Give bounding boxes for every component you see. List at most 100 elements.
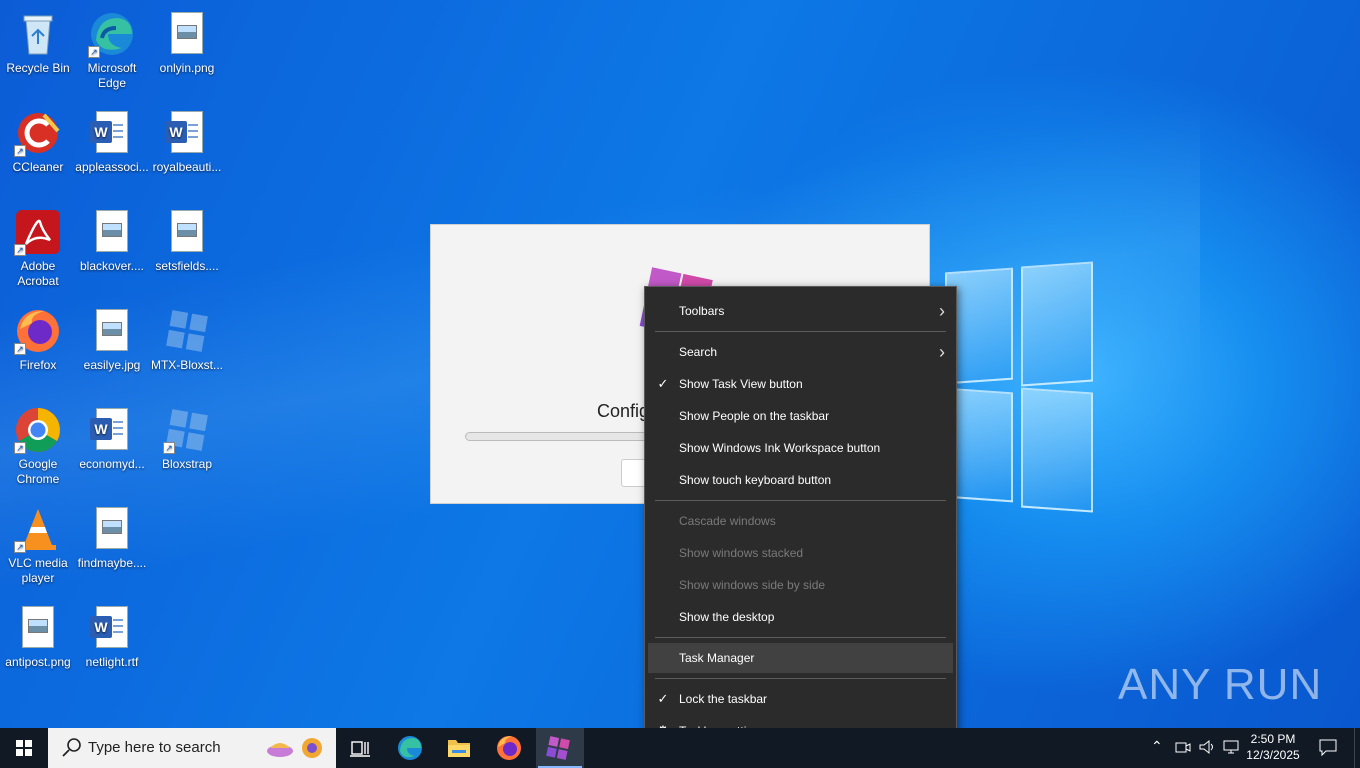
- ccleaner-icon: ↗: [14, 109, 62, 157]
- image-file-icon: [88, 505, 136, 553]
- wallpaper-windows-logo: [945, 258, 1095, 513]
- windows-logo-icon: [16, 740, 32, 756]
- desktop-icon-antipost[interactable]: antipost.png: [0, 598, 76, 670]
- vlc-icon: ↗: [14, 505, 62, 553]
- desktop-icon-label: appleassoci...: [75, 160, 149, 174]
- desktop-icon-label: royalbeauti...: [152, 160, 222, 174]
- desktop-icon-label: economyd...: [79, 457, 145, 471]
- desktop-icon-mtx-bloxstrap[interactable]: MTX-Bloxst...: [149, 301, 225, 373]
- menu-item-label: Show Task View button: [679, 377, 803, 391]
- desktop-icon-label: findmaybe....: [77, 556, 147, 570]
- chevron-up-icon: ⌃: [1151, 738, 1163, 754]
- checkmark-icon: ✓: [657, 376, 669, 391]
- task-view-icon: [350, 741, 370, 757]
- shortcut-arrow-icon: ↗: [88, 46, 100, 58]
- desktop-icon-microsoft-edge[interactable]: ↗ Microsoft Edge: [74, 4, 150, 91]
- desktop-icon-bloxstrap[interactable]: ↗ Bloxstrap: [149, 400, 225, 472]
- start-button[interactable]: [0, 728, 48, 768]
- meet-now-icon: [1175, 742, 1191, 753]
- menu-separator: [655, 331, 946, 332]
- desktop-icon-label: CCleaner: [12, 160, 64, 174]
- desktop-icon-royalbeauti[interactable]: W royalbeauti...: [149, 103, 225, 175]
- menu-item-label: Task Manager: [679, 651, 755, 665]
- menu-item-show-people[interactable]: Show People on the taskbar: [648, 401, 953, 431]
- taskbar-bloxstrap-button[interactable]: [536, 728, 584, 768]
- taskbar-context-menu: Toolbars › Search › ✓ Show Task View but…: [644, 286, 957, 756]
- desktop-icon-google-chrome[interactable]: ↗ Google Chrome: [0, 400, 76, 487]
- volume-icon: [1199, 739, 1213, 755]
- desktop-icon-firefox[interactable]: ↗ Firefox: [0, 301, 76, 373]
- taskbar-file-explorer-button[interactable]: [435, 728, 483, 768]
- image-file-icon: [88, 208, 136, 256]
- notifications-button[interactable]: [1318, 737, 1338, 760]
- taskbar-edge-button[interactable]: [386, 728, 434, 768]
- firefox-icon: ↗: [14, 307, 62, 355]
- search-icon: [62, 738, 81, 757]
- desktop-icon-label: VLC media player: [8, 556, 68, 585]
- desktop-icon-label: Firefox: [19, 358, 57, 372]
- network-button[interactable]: [1222, 738, 1240, 759]
- shortcut-arrow-icon: ↗: [14, 145, 26, 157]
- shortcut-arrow-icon: ↗: [14, 442, 26, 454]
- menu-item-show-touch-keyboard[interactable]: Show touch keyboard button: [648, 465, 953, 495]
- meet-now-button[interactable]: [1175, 738, 1191, 759]
- desktop-icon-label: easilye.jpg: [83, 358, 141, 372]
- task-view-button[interactable]: [336, 728, 384, 768]
- search-box[interactable]: Type here to search: [48, 728, 336, 768]
- menu-item-label: Show the desktop: [679, 610, 775, 624]
- menu-item-cascade-windows: Cascade windows: [648, 506, 953, 536]
- menu-separator: [655, 678, 946, 679]
- desktop-icon-label: onlyin.png: [159, 61, 215, 75]
- network-icon: [1223, 740, 1239, 754]
- word-doc-icon: W: [88, 604, 136, 652]
- taskbar-firefox-button[interactable]: [485, 728, 533, 768]
- recycle-bin-icon: [14, 10, 62, 58]
- clock[interactable]: 2:50 PM 12/3/2025: [1240, 731, 1306, 763]
- image-file-icon: [163, 208, 211, 256]
- menu-item-task-manager[interactable]: Task Manager: [648, 643, 953, 673]
- taskbar[interactable]: Type here to search ⌃ 2:50 PM 12/3/2025: [0, 728, 1360, 768]
- menu-item-show-task-view[interactable]: ✓ Show Task View button: [648, 369, 953, 399]
- desktop-icon-setsfields[interactable]: setsfields....: [149, 202, 225, 274]
- menu-item-label: Search: [679, 345, 718, 359]
- desktop-icon-adobe-acrobat[interactable]: ↗ Adobe Acrobat: [0, 202, 76, 289]
- desktop-icon-findmaybe[interactable]: findmaybe....: [74, 499, 150, 571]
- desktop-icon-label: blackover....: [79, 259, 145, 273]
- image-file-icon: [88, 307, 136, 355]
- word-doc-icon: W: [163, 109, 211, 157]
- menu-item-windows-stacked: Show windows stacked: [648, 538, 953, 568]
- menu-item-lock-taskbar[interactable]: ✓ Lock the taskbar: [648, 684, 953, 714]
- desktop-icon-label: MTX-Bloxst...: [150, 358, 223, 372]
- volume-button[interactable]: [1198, 738, 1216, 759]
- chrome-icon: ↗: [14, 406, 62, 454]
- clock-time: 2:50 PM: [1250, 732, 1296, 746]
- shortcut-arrow-icon: ↗: [163, 442, 175, 454]
- desktop-icon-blackover[interactable]: blackover....: [74, 202, 150, 274]
- show-desktop-button[interactable]: [1354, 728, 1360, 768]
- menu-item-search[interactable]: Search ›: [648, 337, 953, 367]
- desktop-icon-appleassoci[interactable]: W appleassoci...: [74, 103, 150, 175]
- desktop-icon-vlc[interactable]: ↗ VLC media player: [0, 499, 76, 586]
- menu-item-show-desktop[interactable]: Show the desktop: [648, 602, 953, 632]
- file-explorer-icon: [448, 740, 470, 757]
- desktop-icon-economyd[interactable]: W economyd...: [74, 400, 150, 472]
- image-file-icon: [163, 10, 211, 58]
- desktop-icon-onlyin[interactable]: onlyin.png: [149, 4, 225, 76]
- search-highlight-icon: [267, 738, 322, 758]
- notification-icon: [1319, 739, 1337, 757]
- show-hidden-icons-button[interactable]: ⌃: [1151, 738, 1163, 755]
- menu-item-label: Show touch keyboard button: [679, 473, 832, 487]
- word-doc-icon: W: [88, 109, 136, 157]
- desktop-icon-netlight[interactable]: W netlight.rtf: [74, 598, 150, 670]
- desktop-icon-label: Recycle Bin: [6, 61, 70, 75]
- desktop-icon-ccleaner[interactable]: ↗ CCleaner: [0, 103, 76, 175]
- menu-item-show-ink-workspace[interactable]: Show Windows Ink Workspace button: [648, 433, 953, 463]
- desktop-icon-recycle-bin[interactable]: Recycle Bin: [0, 4, 76, 76]
- anyrun-watermark: ANY RUN: [1118, 660, 1323, 709]
- menu-item-toolbars[interactable]: Toolbars ›: [648, 296, 953, 326]
- desktop-icon-label: antipost.png: [5, 655, 71, 669]
- desktop-icon-easilye[interactable]: easilye.jpg: [74, 301, 150, 373]
- menu-item-label: Lock the taskbar: [679, 692, 768, 706]
- menu-item-label: Cascade windows: [679, 514, 776, 528]
- shortcut-arrow-icon: ↗: [14, 541, 26, 553]
